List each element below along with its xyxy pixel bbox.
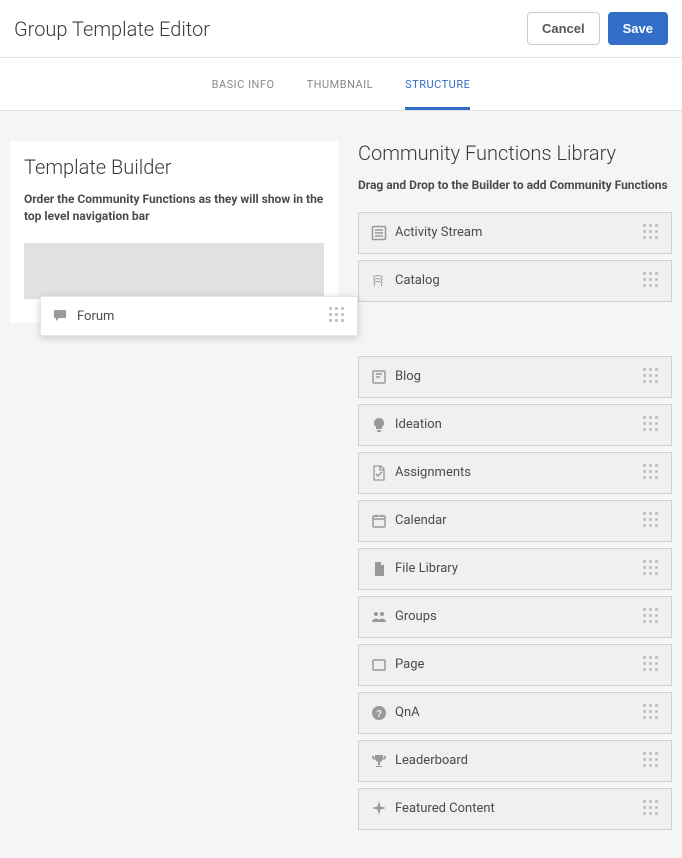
- library-item-g1-0[interactable]: Activity Stream: [358, 212, 672, 254]
- builder-item-label: Forum: [75, 309, 114, 324]
- library-list-1: Activity Stream Catalog: [358, 212, 672, 302]
- groups-icon: [371, 609, 393, 625]
- library-item-g2-4[interactable]: File Library: [358, 548, 672, 590]
- library-item-g2-5[interactable]: Groups: [358, 596, 672, 638]
- header-actions: Cancel Save: [527, 12, 668, 45]
- star-icon: [371, 801, 393, 817]
- builder-item-forum[interactable]: Forum: [40, 296, 358, 336]
- drag-handle-icon[interactable]: [643, 224, 661, 242]
- library-list-2: Blog Ideation Assignments Calendar File Libr…: [358, 356, 672, 830]
- library-item-label: Ideation: [393, 417, 442, 432]
- library-item-label: Leaderboard: [393, 753, 468, 768]
- drag-handle-icon[interactable]: [643, 752, 661, 770]
- library-item-g2-3[interactable]: Calendar: [358, 500, 672, 542]
- tab-structure[interactable]: Structure: [405, 58, 470, 110]
- library-item-label: Groups: [393, 609, 437, 624]
- library-item-g2-9[interactable]: Featured Content: [358, 788, 672, 830]
- library-item-label: Featured Content: [393, 801, 495, 816]
- library-title: Community Functions Library: [358, 141, 672, 165]
- forum-gap: [358, 302, 672, 356]
- drag-handle-icon[interactable]: [643, 656, 661, 674]
- save-button[interactable]: Save: [608, 12, 668, 45]
- library-item-label: Assignments: [393, 465, 471, 480]
- library-panel: Community Functions Library Drag and Dro…: [358, 141, 672, 830]
- stream-icon: [371, 225, 393, 241]
- catalog-icon: [371, 273, 393, 289]
- qna-icon: ?: [371, 705, 393, 721]
- svg-text:?: ?: [376, 709, 382, 720]
- library-item-label: Activity Stream: [393, 225, 482, 240]
- assign-icon: [371, 465, 393, 481]
- tabs-bar: Basic Info Thumbnail Structure: [0, 58, 682, 111]
- drag-handle-icon[interactable]: [643, 560, 661, 578]
- builder-drop-zone[interactable]: [24, 243, 324, 299]
- drag-handle-icon[interactable]: [643, 416, 661, 434]
- body: Template Builder Order the Community Fun…: [0, 111, 682, 830]
- forum-icon: [53, 308, 75, 324]
- library-item-g2-2[interactable]: Assignments: [358, 452, 672, 494]
- trophy-icon: [371, 753, 393, 769]
- drag-handle-icon[interactable]: [643, 464, 661, 482]
- drag-handle-icon[interactable]: [643, 800, 661, 818]
- tab-basic-info[interactable]: Basic Info: [212, 58, 275, 110]
- builder-title: Template Builder: [24, 155, 324, 179]
- drag-handle-icon[interactable]: [643, 704, 661, 722]
- library-item-label: QnA: [393, 705, 420, 720]
- library-item-g2-0[interactable]: Blog: [358, 356, 672, 398]
- library-item-label: Catalog: [393, 273, 440, 288]
- library-item-label: Calendar: [393, 513, 447, 528]
- drag-handle-icon[interactable]: [643, 608, 661, 626]
- blog-icon: [371, 369, 393, 385]
- tab-thumbnail[interactable]: Thumbnail: [307, 58, 374, 110]
- library-desc: Drag and Drop to the Builder to add Comm…: [358, 177, 672, 194]
- drag-handle-icon[interactable]: [329, 307, 347, 325]
- calendar-icon: [371, 513, 393, 529]
- file-icon: [371, 561, 393, 577]
- library-item-g2-7[interactable]: ? QnA: [358, 692, 672, 734]
- cancel-button[interactable]: Cancel: [527, 12, 600, 45]
- library-item-g1-1[interactable]: Catalog: [358, 260, 672, 302]
- builder-desc: Order the Community Functions as they wi…: [24, 191, 324, 225]
- library-item-g2-1[interactable]: Ideation: [358, 404, 672, 446]
- library-item-label: Blog: [393, 369, 421, 384]
- library-item-label: Page: [393, 657, 424, 672]
- library-item-g2-6[interactable]: Page: [358, 644, 672, 686]
- drag-handle-icon[interactable]: [643, 272, 661, 290]
- library-item-g2-8[interactable]: Leaderboard: [358, 740, 672, 782]
- page-title: Group Template Editor: [14, 17, 210, 41]
- library-item-label: File Library: [393, 561, 458, 576]
- idea-icon: [371, 417, 393, 433]
- app-header: Group Template Editor Cancel Save: [0, 0, 682, 58]
- drag-handle-icon[interactable]: [643, 368, 661, 386]
- drag-handle-icon[interactable]: [643, 512, 661, 530]
- page-icon: [371, 657, 393, 673]
